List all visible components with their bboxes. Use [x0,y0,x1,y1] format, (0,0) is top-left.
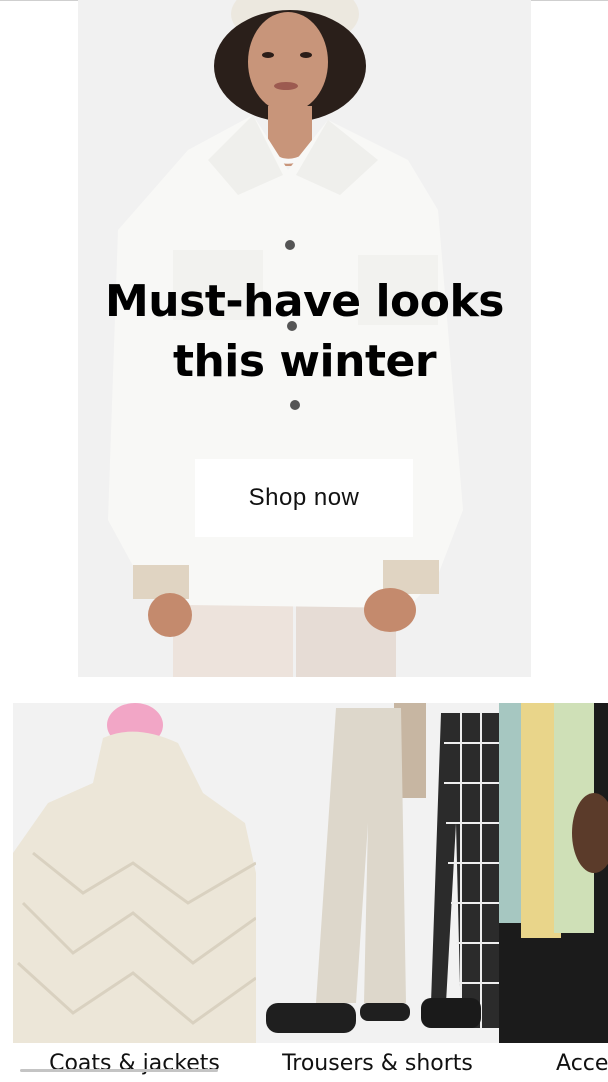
coat-photo [13,703,256,1043]
trousers-photo [256,703,499,1043]
carousel-scroll-indicator[interactable] [20,1069,218,1072]
accessories-photo [499,703,608,1043]
category-label: Coats & jackets [49,1051,220,1076]
category-card-accessories[interactable]: Accessories [499,703,608,1082]
shop-now-button[interactable]: Shop now [195,459,413,537]
category-label: Accessories [556,1051,608,1076]
category-card-coats[interactable]: Coats & jackets [13,703,256,1082]
category-carousel[interactable]: Coats & jackets Trousers & shorts Acce [13,703,608,1082]
page: Must-have looks this winter Shop now Coa… [0,0,608,1082]
category-label: Trousers & shorts [282,1051,473,1076]
hero-title: Must-have looks this winter [105,276,504,387]
hero-banner[interactable]: Must-have looks this winter Shop now [78,0,531,677]
category-card-trousers[interactable]: Trousers & shorts [256,703,499,1082]
